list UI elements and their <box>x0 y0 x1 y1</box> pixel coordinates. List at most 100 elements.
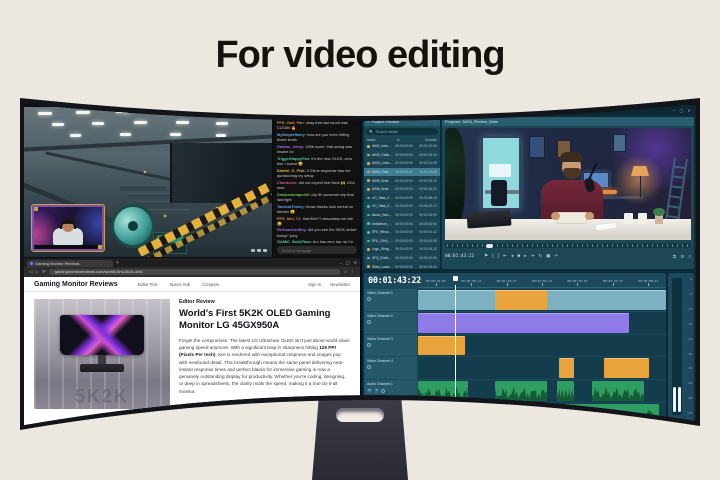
chat-username[interactable]: GAMIC_BuildTags: <box>277 239 313 243</box>
site-logo[interactable]: Gaming Monitor Reviews <box>34 281 118 288</box>
project-row[interactable]: VO_Take_01.wav00:00:00:0000:03:58:10 <box>364 194 440 203</box>
project-row[interactable]: Ambience_Room.wav00:00:00:0000:05:00:00 <box>364 219 440 228</box>
track-lane[interactable] <box>418 403 666 425</box>
menu-item-help[interactable]: Help <box>516 108 525 113</box>
chat-username[interactable]: ReSmasherBoy: <box>277 227 308 232</box>
track-lane[interactable] <box>418 312 666 334</box>
nav-link[interactable]: Newsletter <box>330 282 350 287</box>
window-control-icon[interactable]: ✕ <box>687 108 691 113</box>
chat-username[interactable]: TriggerHappyFan: <box>277 156 311 161</box>
project-row[interactable]: A006_Broll_Screen.mov00:00:00:0000:00:18… <box>364 185 440 194</box>
compare-icon[interactable]: ⧉ <box>673 254 676 260</box>
track-lock-icon[interactable] <box>381 389 385 393</box>
menu-item-sequence[interactable]: Sequence <box>436 108 455 113</box>
step-back-icon[interactable]: ◂ <box>511 254 513 259</box>
project-row[interactable]: A004_Review_Main.mov00:00:00:0000:04:12:… <box>364 168 440 177</box>
chat-username[interactable]: Radfan_Jordy: <box>277 144 305 149</box>
window-control-icon[interactable]: ▢ <box>346 258 350 267</box>
project-row[interactable]: A005_Broll_Office.mov00:00:00:0000:00:33… <box>364 176 440 185</box>
project-tab-label[interactable]: Project: Review <box>371 119 399 124</box>
chat-username[interactable]: TacticalTimmy: <box>277 204 306 209</box>
razor-icon[interactable]: ✂ <box>555 254 559 259</box>
go-to-in-icon[interactable]: ⇤ <box>503 254 507 259</box>
bookmark-icon[interactable]: ☆ <box>343 269 347 275</box>
scrubber-handle[interactable] <box>486 244 493 248</box>
track-lock-icon[interactable] <box>367 297 371 301</box>
mute-button[interactable]: M <box>367 388 372 393</box>
nav-link[interactable]: Compare <box>202 282 219 287</box>
settings-icon[interactable]: ⚙ <box>680 254 684 260</box>
chat-username[interactable]: FPS_Idol_TJ: <box>277 216 303 221</box>
nav-link[interactable]: Editor Pick <box>138 282 158 287</box>
game-window[interactable] <box>24 107 272 257</box>
track-lane[interactable] <box>418 335 666 357</box>
green-clip[interactable] <box>418 404 659 424</box>
track-lane[interactable] <box>418 289 666 311</box>
program-tab-label[interactable]: Program: A004_Review_Main <box>445 119 498 124</box>
audio-fader-right[interactable] <box>678 387 681 412</box>
insert-icon[interactable]: ▣ <box>546 254 550 259</box>
project-row[interactable]: SFX_Whoosh_01.wav00:00:00:0000:00:01:12 <box>364 228 440 237</box>
nav-link[interactable]: Specs Hub <box>170 282 190 287</box>
panel-menu-icon[interactable]: ≡ <box>688 254 691 260</box>
stop-icon[interactable]: ■ <box>517 254 520 259</box>
add-marker-icon[interactable]: ⚑ <box>484 254 488 259</box>
chat-username[interactable]: SmokestomperW: <box>277 192 311 197</box>
panel-more-icon[interactable]: ⋮ <box>433 119 437 124</box>
chat-username[interactable]: FPS_God_Fan: <box>277 120 306 125</box>
go-to-out-icon[interactable]: ⇥ <box>530 254 534 259</box>
window-control-icon[interactable]: – <box>340 258 342 267</box>
window-control-icon[interactable]: – <box>673 108 675 113</box>
orange-clip[interactable] <box>604 358 649 378</box>
video-preview[interactable] <box>445 128 691 240</box>
mark-in-icon[interactable]: { <box>492 254 494 259</box>
project-row[interactable]: VO_Take_02.wav00:00:00:0000:04:02:17 <box>364 202 440 211</box>
track-lock-icon[interactable] <box>367 365 371 369</box>
track-lock-icon[interactable] <box>367 320 371 324</box>
project-row[interactable]: A003_Unbox_Hands.mov00:00:00:0000:00:21:… <box>364 159 440 168</box>
green-clip[interactable] <box>592 381 644 401</box>
new-tab-button[interactable]: + <box>116 259 119 267</box>
menu-item-project[interactable]: Project <box>403 108 416 113</box>
reload-icon[interactable]: ⟳ <box>42 269 46 275</box>
purple-clip[interactable] <box>418 313 629 333</box>
menu-item-clip[interactable]: Clip <box>423 108 430 113</box>
chat-username[interactable]: Chardonix: <box>277 180 299 185</box>
audio-fader-left[interactable] <box>673 387 676 412</box>
track-lock-icon[interactable] <box>367 343 371 347</box>
menu-item-tools[interactable]: Tools <box>480 108 490 113</box>
menu-item-window[interactable]: Window <box>495 108 510 113</box>
media-search[interactable]: 🔍 Search media <box>366 128 438 135</box>
orange-clip[interactable] <box>418 336 465 356</box>
chat-input[interactable] <box>277 248 357 253</box>
orange-clip[interactable] <box>495 290 547 310</box>
project-row[interactable]: A002_Desk_Close.mov00:00:00:0000:00:08:1… <box>364 151 440 160</box>
chat-message-list[interactable]: FPS_God_Fan: okay that last round was CL… <box>277 120 357 243</box>
project-row[interactable]: A001_Intro_Wide.mov00:00:00:0000:00:12:0… <box>364 142 440 151</box>
track-lane[interactable] <box>418 357 666 379</box>
green-clip[interactable] <box>418 381 468 401</box>
project-row[interactable]: Music_Bed_Chill.wav00:00:00:0000:02:45:0… <box>364 211 440 220</box>
window-control-icon[interactable]: ✕ <box>354 258 357 267</box>
project-row[interactable]: SFX_Click_Set.wav00:00:00:0000:00:02:08 <box>364 237 440 246</box>
timeline-ruler[interactable]: 00:00:32:0200:00:58:1100:01:24:1700:01:5… <box>418 273 666 288</box>
panel-menu-icon[interactable]: ≡ <box>367 119 369 124</box>
nav-link[interactable]: Sign In <box>308 282 321 287</box>
track-lane[interactable] <box>418 380 666 402</box>
back-icon[interactable]: ◁ <box>29 269 32 275</box>
url-field[interactable]: gamingmonitorreviews.com/worlds-first-5k… <box>49 269 341 276</box>
orange-clip[interactable] <box>559 358 574 378</box>
browser-menu-icon[interactable]: ⋮ <box>351 269 356 275</box>
window-control-icon[interactable]: ▢ <box>680 108 684 113</box>
menu-item-marker[interactable]: Marker <box>461 108 474 113</box>
browser-tab[interactable]: Gaming Monitor Reviews <box>27 260 113 268</box>
project-row[interactable]: Logo_Sting.mov00:00:00:0000:00:04:12 <box>364 245 440 254</box>
menu-item-edit[interactable]: Edit <box>390 108 397 113</box>
preview-scrubber[interactable] <box>445 243 691 248</box>
play-icon[interactable]: ▸ <box>524 254 526 259</box>
chat-username[interactable]: Dimitri_O_Fisk: <box>277 168 307 173</box>
loop-icon[interactable]: ↻ <box>538 254 542 259</box>
chat-username[interactable]: MySniperHarry: <box>277 132 307 137</box>
green-clip[interactable] <box>495 381 547 401</box>
green-clip[interactable] <box>557 381 574 401</box>
